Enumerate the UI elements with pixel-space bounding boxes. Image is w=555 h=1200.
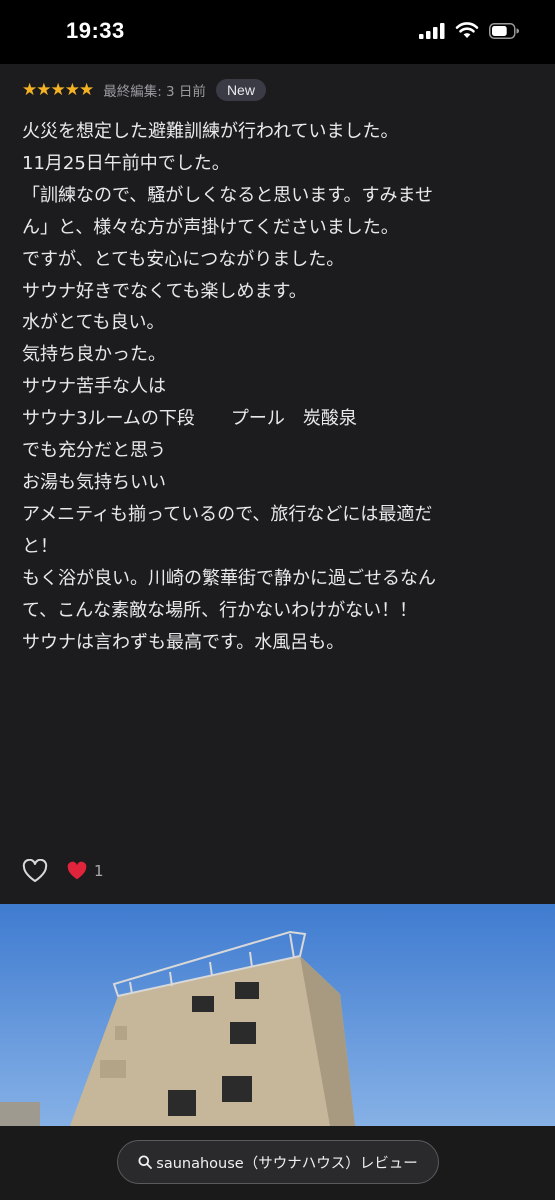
reactions-row: 1 [22, 856, 104, 886]
like-count: 1 [94, 862, 104, 880]
review-line: 火災を想定した避難訓練が行われていました。 [22, 121, 399, 142]
search-pill-button[interactable]: saunahouse（サウナハウス）レビュー [117, 1140, 439, 1184]
review-meta: ★★★★★ 最終編集: 3 日前 New [22, 78, 266, 102]
review-line: もく浴が良い。川崎の繁華街で静かに過ごせるなん [22, 567, 436, 589]
red-heart-icon [67, 861, 87, 880]
review-photo[interactable] [0, 904, 555, 1126]
review-line: お湯も気持ちいい [22, 471, 166, 493]
search-icon [138, 1155, 153, 1169]
review-line: 気持ち良かった。 [22, 344, 166, 366]
search-label: saunahouse（サウナハウス）レビュー [156, 1155, 418, 1172]
review-line: サウナ3ルームの下段 プール 炭酸泉 [22, 408, 357, 430]
review-line: 「訓練なので、騒がしくなると思います。すみませ [22, 184, 433, 206]
review-body: 火災を想定した避難訓練が行われていました。 11月25日午前中でした。 「訓練な… [22, 116, 512, 658]
review-line: アメニティも揃っているので、旅行などには最適だ [22, 503, 433, 525]
review-line: でも充分だと思う [22, 440, 166, 462]
review-line: 11月25日午前中でした。 [22, 152, 230, 174]
new-badge: New [215, 79, 266, 101]
status-bar: 19:33 [0, 0, 555, 64]
review-line: て、こんな素敵な場所、行かないわけがない！！ [22, 599, 418, 621]
review-line: ん」と、様々な方が声掛けてくださいました。 [22, 216, 399, 238]
status-icons [419, 22, 519, 39]
status-time: 19:33 [66, 18, 125, 43]
star-rating: ★★★★★ [22, 80, 94, 100]
bottom-bar: saunahouse（サウナハウス）レビュー [0, 1126, 555, 1200]
signal-icon [419, 22, 445, 39]
review-line: と！ [22, 535, 58, 557]
building-photo [0, 904, 555, 1126]
like-heart-outline-icon[interactable] [22, 859, 48, 883]
edited-timestamp: 最終編集: 3 日前 [103, 84, 206, 100]
review-line: サウナ好きでなくても楽しめます。 [22, 280, 307, 302]
review-line: サウナ苦手な人は [22, 376, 166, 398]
battery-icon [489, 22, 519, 39]
review-line: 水がとても良い。 [22, 312, 165, 334]
review-card: ★★★★★ 最終編集: 3 日前 New 火災を想定した避難訓練が行われていまし… [0, 64, 555, 904]
review-line: ですが、とても安心につながりました。 [22, 248, 345, 270]
review-line: サウナは言わずも最高です。水風呂も。 [22, 631, 345, 653]
wifi-icon [455, 22, 479, 38]
